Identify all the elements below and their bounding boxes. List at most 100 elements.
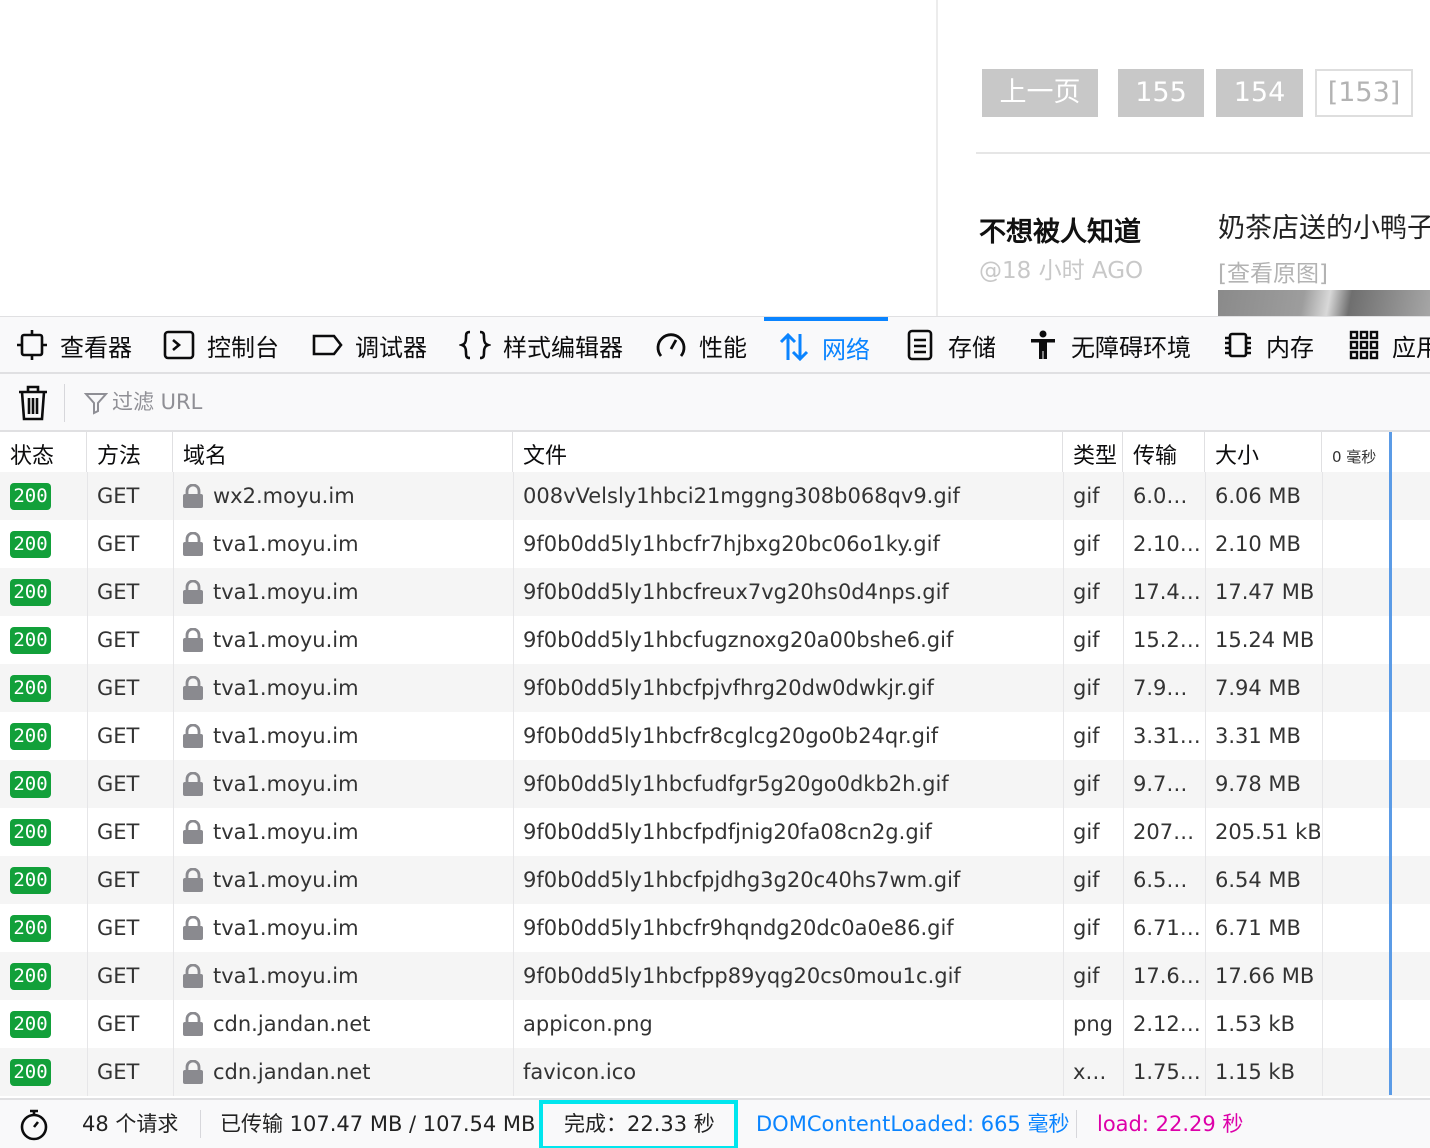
table-row[interactable]: 200 GET tva1.moyu.im 9f0b0dd5ly1hbcfudfgr5g…: [0, 760, 1430, 808]
network-status-bar: 48 个请求 已传输 107.47 MB / 107.54 MB 完成：22.3…: [0, 1098, 1430, 1148]
column-divider: [1322, 712, 1323, 760]
cell-domain: tva1.moyu.im: [213, 580, 359, 604]
cell-size: 2.10 MB: [1215, 532, 1301, 556]
cell-domain: tva1.moyu.im: [213, 532, 359, 556]
lock-icon: [183, 772, 203, 796]
status-badge: 200: [10, 963, 51, 990]
column-divider: [1205, 568, 1206, 616]
table-row[interactable]: 200 GET cdn.jandan.net favicon.ico x… 1.75… 1.…: [0, 1048, 1430, 1096]
lock-icon: [183, 676, 203, 700]
table-row[interactable]: 200 GET cdn.jandan.net appicon.png png 2.12… 1…: [0, 1000, 1430, 1048]
tab-inspector[interactable]: 查看器: [16, 317, 132, 373]
column-divider: [1063, 472, 1064, 520]
column-divider: [1322, 568, 1323, 616]
column-divider: [1063, 568, 1064, 616]
tab-style-editor[interactable]: 样式编辑器: [459, 317, 623, 373]
column-divider: [1205, 1000, 1206, 1048]
column-divider: [173, 520, 174, 568]
cell-size: 6.54 MB: [1215, 868, 1301, 892]
column-divider: [1123, 856, 1124, 904]
storage-icon: [907, 329, 933, 361]
status-badge: 200: [10, 1011, 51, 1038]
cell-type: gif: [1073, 532, 1100, 556]
tab-network[interactable]: 网络: [764, 317, 888, 373]
cell-domain: tva1.moyu.im: [213, 628, 359, 652]
table-row[interactable]: 200 GET tva1.moyu.im 9f0b0dd5ly1hbcfr9hqndg…: [0, 904, 1430, 952]
column-divider: [1322, 520, 1323, 568]
table-row[interactable]: 200 GET tva1.moyu.im 9f0b0dd5ly1hbcfpdfjnig…: [0, 808, 1430, 856]
column-divider: [513, 904, 514, 952]
status-badge: 200: [10, 771, 51, 798]
cell-method: GET: [97, 820, 140, 844]
tab-console[interactable]: 控制台: [163, 317, 279, 373]
pagination-page-155[interactable]: 155: [1118, 69, 1204, 117]
post-image[interactable]: [1218, 290, 1430, 316]
tab-label: 内存: [1266, 333, 1314, 362]
status-badge: 200: [10, 915, 51, 942]
table-row[interactable]: 200 GET wx2.moyu.im 008vVelsly1hbci21mggng3…: [0, 472, 1430, 520]
status-badge: 200: [10, 723, 51, 750]
table-row[interactable]: 200 GET tva1.moyu.im 9f0b0dd5ly1hbcfr8cglcg…: [0, 712, 1430, 760]
filter-icon: [84, 393, 108, 415]
column-divider: [1322, 472, 1323, 520]
table-row[interactable]: 200 GET tva1.moyu.im 9f0b0dd5ly1hbcfugznoxg…: [0, 616, 1430, 664]
cell-type: gif: [1073, 868, 1100, 892]
cell-size: 1.15 kB: [1215, 1060, 1296, 1084]
tab-debugger[interactable]: 调试器: [311, 317, 427, 373]
column-divider: [1205, 664, 1206, 712]
column-divider: [1123, 520, 1124, 568]
lock-icon: [183, 964, 203, 988]
column-divider: [173, 808, 174, 856]
cell-size: 7.94 MB: [1215, 676, 1301, 700]
cell-domain: tva1.moyu.im: [213, 916, 359, 940]
dom-content-loaded-time: DOMContentLoaded: 665 毫秒: [756, 1112, 1070, 1136]
column-divider: [173, 1048, 174, 1096]
trash-icon[interactable]: [16, 384, 50, 422]
column-divider: [1123, 808, 1124, 856]
cell-domain: cdn.jandan.net: [213, 1012, 371, 1036]
column-divider: [1063, 808, 1064, 856]
cell-size: 9.78 MB: [1215, 772, 1301, 796]
table-row[interactable]: 200 GET tva1.moyu.im 9f0b0dd5ly1hbcfpjdhg3g…: [0, 856, 1430, 904]
cell-method: GET: [97, 676, 140, 700]
table-row[interactable]: 200 GET tva1.moyu.im 9f0b0dd5ly1hbcfpjvfhrg…: [0, 664, 1430, 712]
cell-size: 1.53 kB: [1215, 1012, 1296, 1036]
cell-type: gif: [1073, 724, 1100, 748]
cell-domain: tva1.moyu.im: [213, 676, 359, 700]
filter-url-input[interactable]: [112, 385, 612, 419]
cell-method: GET: [97, 964, 140, 988]
column-divider: [513, 472, 514, 520]
tab-storage[interactable]: 存储: [904, 317, 996, 373]
tab-accessibility[interactable]: 无障碍环境: [1027, 317, 1191, 373]
cell-domain: wx2.moyu.im: [213, 484, 355, 508]
column-divider: [173, 568, 174, 616]
cell-method: GET: [97, 724, 140, 748]
cell-method: GET: [97, 1012, 140, 1036]
devtools-toolbar: 查看器 控制台 调试器 样式编辑器 性能 网络 存储 无障碍环境 内存 应用: [0, 316, 1430, 374]
table-row[interactable]: 200 GET tva1.moyu.im 9f0b0dd5ly1hbcfpp89yqg…: [0, 952, 1430, 1000]
status-badge: 200: [10, 531, 51, 558]
pagination-page-154[interactable]: 154: [1216, 69, 1303, 117]
lock-icon: [183, 580, 203, 604]
cell-domain: tva1.moyu.im: [213, 964, 359, 988]
column-divider: [1205, 520, 1206, 568]
table-row[interactable]: 200 GET tva1.moyu.im 9f0b0dd5ly1hbcfr7hjbxg…: [0, 520, 1430, 568]
column-divider: [1205, 760, 1206, 808]
pagination-prev-button[interactable]: 上一页: [982, 69, 1098, 117]
tab-memory[interactable]: 内存: [1222, 317, 1314, 373]
column-divider: [1322, 760, 1323, 808]
column-divider: [87, 760, 88, 808]
post-author: 不想被人知道: [979, 217, 1141, 248]
tab-performance[interactable]: 性能: [655, 317, 747, 373]
column-divider: [87, 520, 88, 568]
cell-type: gif: [1073, 628, 1100, 652]
table-row[interactable]: 200 GET tva1.moyu.im 9f0b0dd5ly1hbcfreux7vg…: [0, 568, 1430, 616]
lock-icon: [183, 484, 203, 508]
transferred-summary: 已传输 107.47 MB / 107.54 MB: [220, 1112, 536, 1136]
view-original-link[interactable]: [查看原图]: [1218, 254, 1328, 288]
cell-file: 9f0b0dd5ly1hbcfr9hqndg20dc0a0e86.gif: [523, 916, 954, 940]
cell-size: 15.24 MB: [1215, 628, 1315, 652]
tab-application[interactable]: 应用: [1348, 317, 1430, 373]
network-icon: [779, 332, 809, 362]
cell-size: 6.06 MB: [1215, 484, 1301, 508]
